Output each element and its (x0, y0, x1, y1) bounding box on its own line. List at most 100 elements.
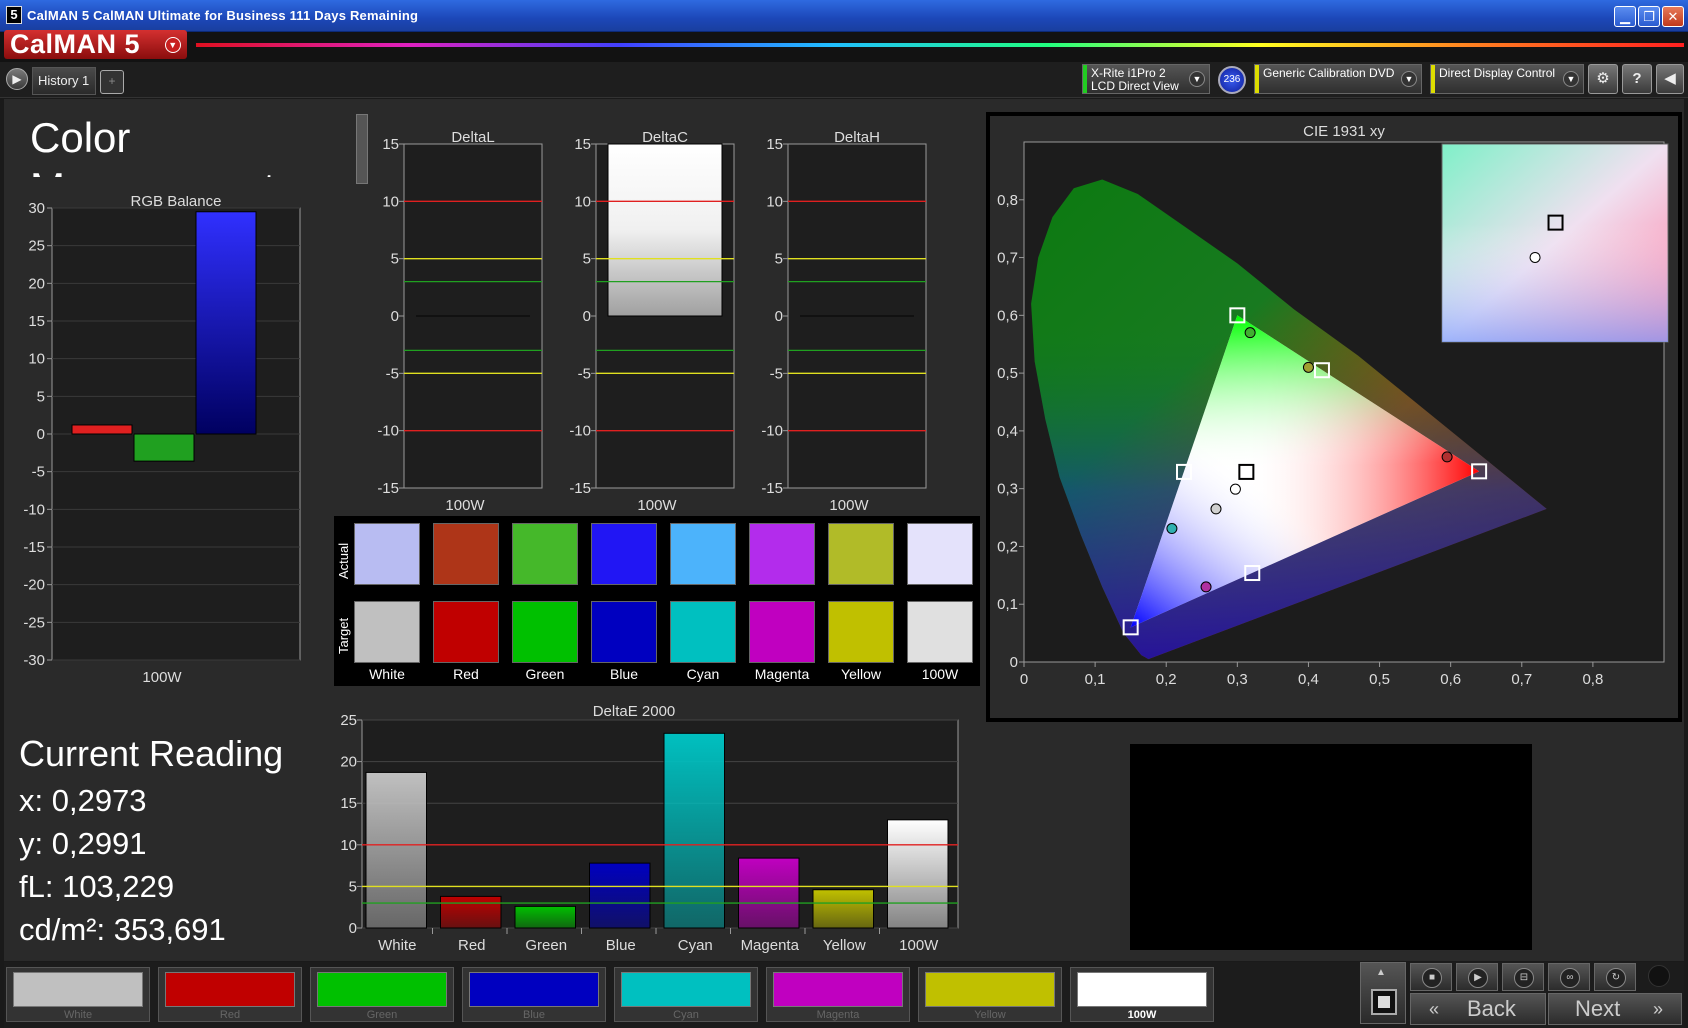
delta-tick-label: -5 (770, 365, 783, 382)
back-button[interactable]: « Back (1410, 993, 1546, 1025)
delta-tick-label: -10 (377, 423, 399, 440)
patch-label: Green (366, 1009, 398, 1021)
delta-tick-label: 10 (766, 193, 783, 210)
play-icon: ▶ (1468, 968, 1488, 988)
calman-menu-button[interactable]: CalMAN 5 ▼ (4, 30, 187, 59)
chevron-down-icon: ▼ (1401, 71, 1417, 87)
eject-icon: ▲ (1376, 967, 1386, 978)
logo-text: CalMAN 5 (10, 29, 141, 59)
deltae-bar-cyan (663, 732, 725, 929)
deltae-title: DeltaE 2000 (593, 703, 676, 720)
swatch-label: Magenta (754, 666, 810, 682)
stop-read-button[interactable]: ▲ (1360, 962, 1406, 1024)
measured-point-cyan (1166, 523, 1178, 535)
rainbow-divider (196, 43, 1684, 47)
delta-chart-title: DeltaL (451, 129, 494, 146)
help-button[interactable]: ? (1622, 64, 1652, 94)
patch-color (773, 972, 903, 1007)
read-series-button[interactable]: ⊟ (1502, 963, 1544, 991)
deltae-tick-label: 10 (340, 837, 357, 854)
page-title-line1: Color (30, 114, 131, 161)
cie-x-tick-label: 0,8 (1582, 671, 1603, 688)
cie-x-tick-label: 0,1 (1085, 671, 1106, 688)
patch-button-red[interactable]: Red (158, 967, 302, 1022)
window-titlebar: 5 CalMAN 5 CalMAN Ultimate for Business … (0, 0, 1688, 32)
plus-icon: + (108, 74, 116, 88)
patch-button-yellow[interactable]: Yellow (918, 967, 1062, 1022)
restore-button[interactable]: ❐ (1638, 6, 1660, 27)
inset-measured-point (1529, 251, 1541, 263)
collapse-button[interactable]: ◀ (1656, 64, 1684, 94)
patch-button-blue[interactable]: Blue (462, 967, 606, 1022)
reading-y: y: 0,2991 (19, 826, 147, 861)
delta-scrollbar[interactable] (356, 114, 368, 184)
cie-y-tick-label: 0,6 (997, 307, 1018, 324)
delta-tick-label: -15 (761, 480, 783, 497)
logo-bar (0, 32, 1688, 62)
rgb-tick-label: 5 (37, 388, 45, 405)
delta-tick-label: 0 (583, 308, 591, 325)
source-stripe (1255, 65, 1259, 93)
rgb-tick-label: 10 (28, 351, 45, 368)
target-label: Target (336, 617, 351, 655)
cie-x-tick-label: 0,2 (1156, 671, 1177, 688)
deltae-bar-yellow (812, 889, 874, 929)
rgb-tick-label: -5 (32, 464, 45, 481)
close-icon: ✕ (1667, 9, 1679, 24)
stop-button[interactable]: ■ (1410, 963, 1452, 991)
reading-x: x: 0,2973 (19, 783, 147, 818)
patch-button-white[interactable]: White (6, 967, 150, 1022)
deltae-category-label: Red (458, 937, 486, 954)
minimize-button[interactable]: ▁ (1614, 6, 1636, 27)
add-tab-button[interactable]: + (100, 70, 124, 94)
patch-button-100w[interactable]: 100W (1070, 967, 1214, 1022)
patch-button-green[interactable]: Green (310, 967, 454, 1022)
help-icon: ? (1632, 70, 1642, 87)
delta-tick-label: 5 (775, 251, 783, 268)
delta-tick-label: 5 (583, 251, 591, 268)
refresh-button[interactable]: ↻ (1594, 963, 1636, 991)
meter-selector[interactable]: X-Rite i1Pro 2 LCD Direct View ▼ (1082, 64, 1210, 94)
read-button[interactable]: ▶ (1456, 963, 1498, 991)
actual-swatch-red (433, 523, 499, 585)
rgb-tick-label: -30 (23, 652, 45, 669)
deltae-bar-red (440, 895, 502, 929)
deltae-category-label: Yellow (823, 937, 866, 954)
play-icon: ▶ (12, 72, 22, 86)
cie-x-tick-label: 0,3 (1227, 671, 1248, 688)
patch-color (13, 972, 143, 1007)
close-button[interactable]: ✕ (1662, 6, 1684, 27)
patch-label: Blue (522, 1009, 546, 1021)
rgb-tick-label: -20 (23, 577, 45, 594)
delta-tick-label: 10 (574, 193, 591, 210)
cie-x-tick-label: 0,7 (1511, 671, 1532, 688)
patch-label: Magenta (816, 1009, 860, 1021)
delta-chart-title: DeltaC (642, 129, 688, 146)
double-chevron-left-icon: « (1429, 999, 1440, 1019)
measured-point-magenta (1200, 581, 1212, 593)
next-button[interactable]: Next » (1548, 993, 1682, 1025)
deltae-tick-label: 20 (340, 754, 357, 771)
target-swatch-magenta (749, 601, 815, 663)
reading-title: Current Reading (19, 733, 284, 774)
meter-status-badge[interactable]: 236 (1218, 66, 1246, 94)
deltae-bar-blue (589, 862, 651, 929)
cie-x-tick-label: 0,5 (1369, 671, 1390, 688)
patch-button-cyan[interactable]: Cyan (614, 967, 758, 1022)
patch-button-magenta[interactable]: Magenta (766, 967, 910, 1022)
display-selector[interactable]: Direct Display Control ▼ (1430, 64, 1584, 94)
tab-history-1[interactable]: History 1 (32, 67, 96, 95)
source-selector[interactable]: Generic Calibration DVD ▼ (1254, 64, 1422, 94)
delta-category-label: 100W (445, 497, 485, 512)
rgb-bar-green (133, 433, 195, 462)
patch-label: Cyan (673, 1009, 699, 1021)
measured-point-100w (1210, 503, 1222, 515)
settings-button[interactable]: ⚙ (1588, 64, 1618, 94)
play-workflow-button[interactable]: ▶ (6, 68, 28, 90)
source-label: Generic Calibration DVD (1263, 66, 1395, 80)
cie-y-tick-label: 0,4 (997, 423, 1018, 440)
swatch-label: White (369, 666, 405, 682)
target-swatch-green (512, 601, 578, 663)
rgb-tick-label: -10 (23, 501, 45, 518)
continuous-button[interactable]: ∞ (1548, 963, 1590, 991)
